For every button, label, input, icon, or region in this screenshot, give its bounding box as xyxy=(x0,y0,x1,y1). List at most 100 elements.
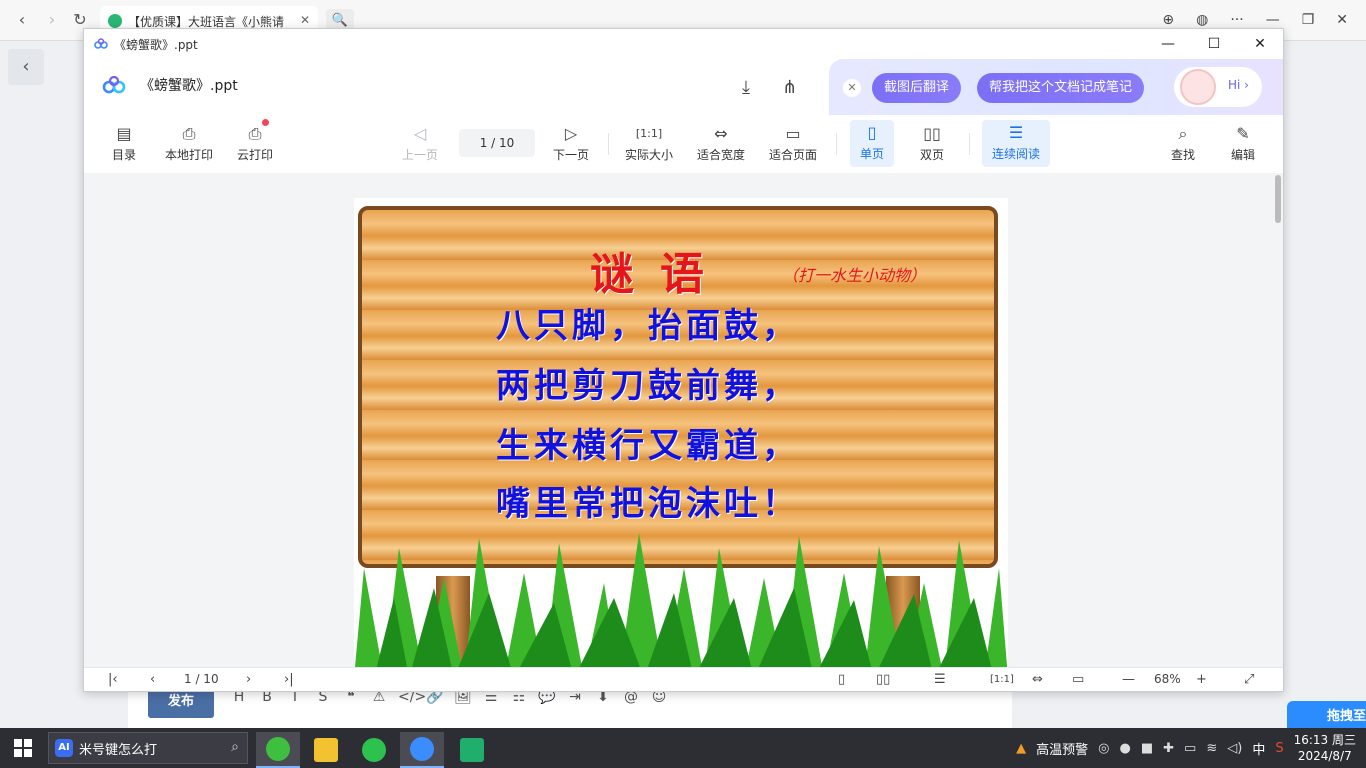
browser-app-icon xyxy=(266,737,290,761)
single-page-icon: ▯ xyxy=(867,123,877,142)
minimize-icon[interactable]: — xyxy=(1266,12,1280,28)
prev-circle-icon: ◁ xyxy=(413,124,427,143)
page-number-input[interactable]: 1 / 10 xyxy=(459,129,535,157)
volume-icon[interactable]: ◁) xyxy=(1227,741,1242,756)
taskbar-clock[interactable]: 16:13 周三 2024/8/7 xyxy=(1294,732,1356,764)
wifi-icon[interactable]: ≋ xyxy=(1206,741,1217,756)
ai-assistant-avatar[interactable]: Hi › xyxy=(1174,67,1262,107)
battery-icon[interactable]: ▭ xyxy=(1184,741,1196,756)
notification-dot xyxy=(262,119,270,126)
restore-icon[interactable]: ❐ xyxy=(1302,12,1315,28)
taskbar-app-explorer[interactable] xyxy=(304,732,348,768)
ai-panel-close-icon[interactable]: ✕ xyxy=(843,79,861,97)
system-tray: ▲ 高温预警 ◎ ● ■ ✚ ▭ ≋ ◁) 中 S 16:13 周三 2024/… xyxy=(1016,728,1366,768)
actual-size-button[interactable]: [1:1] 实际大小 xyxy=(625,125,673,163)
weather-alert-text[interactable]: 高温预警 xyxy=(1036,739,1088,758)
plus-tray-icon[interactable]: ✚ xyxy=(1163,741,1174,756)
more-icon[interactable]: ··· xyxy=(1230,12,1243,28)
weather-alert-icon[interactable]: ▲ xyxy=(1016,741,1026,756)
window-titlebar: 《螃蟹歌》.ppt — ☐ ✕ xyxy=(84,29,1283,59)
riddle-line: 生来横行又霸道， xyxy=(496,426,800,466)
next-page-button[interactable]: ▷ 下一页 xyxy=(553,125,589,163)
download-icon[interactable]: ⊕ xyxy=(1162,12,1174,28)
actual-size-view-icon[interactable]: [1:1] xyxy=(990,674,1014,685)
netdisk-logo-icon xyxy=(102,75,126,94)
zoom-out-button[interactable]: — xyxy=(1122,672,1135,687)
document-title: 《螃蟹歌》.ppt xyxy=(140,78,238,94)
taskbar-search-box[interactable]: AI 米号键怎么打 ⌕ xyxy=(48,732,248,764)
fullscreen-icon[interactable]: ⤢ xyxy=(1244,672,1254,687)
riddle-line: 八只脚，抬面鼓， xyxy=(496,306,800,346)
first-page-icon[interactable]: |‹ xyxy=(108,672,118,687)
fit-width-button[interactable]: ⇔ 适合宽度 xyxy=(697,125,745,163)
netdisk-tray-icon[interactable]: ◎ xyxy=(1098,741,1109,756)
double-page-view-icon[interactable]: ▯▯ xyxy=(876,672,890,687)
prev-page-icon[interactable]: ‹ xyxy=(150,672,155,687)
toolbar-divider xyxy=(836,133,837,155)
sogou-ime-icon[interactable]: S xyxy=(1275,741,1283,756)
page-back-button[interactable]: ‹ xyxy=(8,49,44,85)
ai-search-icon: AI xyxy=(55,739,73,757)
vertical-scrollbar[interactable] xyxy=(1275,175,1281,223)
fit-page-view-icon[interactable]: ▭ xyxy=(1072,672,1084,687)
fit-width-view-icon[interactable]: ⇔ xyxy=(1032,672,1043,687)
share-icon[interactable]: ⋔ xyxy=(782,77,797,98)
bottom-page-indicator[interactable]: 1 / 10 xyxy=(184,672,219,686)
windows-start-icon[interactable] xyxy=(14,739,32,757)
grass-illustration xyxy=(355,533,1008,667)
tab-close-icon[interactable]: ✕ xyxy=(300,13,310,27)
wechat-tray-icon[interactable]: ● xyxy=(1119,741,1130,756)
last-page-icon[interactable]: ›| xyxy=(284,672,294,687)
pencil-icon: ✎ xyxy=(1236,124,1250,143)
zoom-in-button[interactable]: + xyxy=(1196,672,1207,687)
single-page-button[interactable]: ▯ 单页 xyxy=(850,120,895,167)
ime-indicator[interactable]: 中 xyxy=(1252,739,1265,758)
assistant-greeting: Hi › xyxy=(1228,78,1249,92)
find-button[interactable]: ⌕ 查找 xyxy=(1171,125,1195,163)
continuous-view-icon[interactable]: ☰ xyxy=(934,672,946,687)
reload-icon[interactable]: ↻ xyxy=(70,10,90,30)
document-canvas[interactable]: 谜语 （打一水生小动物） 八只脚，抬面鼓， 两把剪刀鼓前舞， 生来横行又霸道， … xyxy=(84,173,1283,667)
next-page-icon[interactable]: › xyxy=(246,672,251,687)
ai-chip-take-notes[interactable]: 帮我把这个文档记成笔记 xyxy=(977,73,1145,103)
double-page-button[interactable]: ▯▯ 双页 xyxy=(920,125,944,163)
ai-assistant-panel: ✕ 截图后翻译 帮我把这个文档记成笔记 Hi › xyxy=(829,59,1283,115)
prev-page-button[interactable]: ◁ 上一页 xyxy=(402,125,438,163)
globe-icon[interactable]: ◍ xyxy=(1196,12,1208,28)
app-header: 《螃蟹歌》.ppt ⤓ ⋔ ✕ 截图后翻译 帮我把这个文档记成笔记 Hi › xyxy=(84,59,1283,115)
tab-title: 【优质课】大班语言《小熊请 xyxy=(128,14,285,29)
edit-button[interactable]: ✎ 编辑 xyxy=(1231,125,1255,163)
toc-icon: ▤ xyxy=(116,124,132,143)
close-icon[interactable]: ✕ xyxy=(1336,12,1348,28)
toc-button[interactable]: ▤ 目录 xyxy=(112,125,136,163)
window-close-button[interactable]: ✕ xyxy=(1237,29,1283,59)
search-icon: ⌕ xyxy=(231,739,239,755)
continuous-reading-button[interactable]: ☰ 连续阅读 xyxy=(982,120,1051,167)
window-maximize-button[interactable]: ☐ xyxy=(1191,29,1237,59)
screen-app-icon xyxy=(460,738,484,762)
riddle-line: 两把剪刀鼓前舞， xyxy=(496,366,800,406)
next-circle-icon: ▷ xyxy=(564,124,578,143)
fit-width-icon: ⇔ xyxy=(714,124,728,143)
taskbar-app-netdisk[interactable] xyxy=(400,732,444,768)
taskbar-app-screen[interactable] xyxy=(450,732,494,768)
cloud-print-button[interactable]: ⎙ 云打印 xyxy=(237,119,273,163)
back-arrow-icon[interactable]: ‹ xyxy=(12,10,32,30)
ai-chip-screenshot-translate[interactable]: 截图后翻译 xyxy=(872,73,962,103)
local-print-button[interactable]: ⎙ 本地打印 xyxy=(165,125,213,163)
toolbar-divider xyxy=(608,133,609,155)
search-icon: ⌕ xyxy=(1178,124,1188,143)
forward-arrow-icon[interactable]: › xyxy=(42,10,62,30)
window-minimize-button[interactable]: — xyxy=(1145,29,1191,59)
toolbar-divider xyxy=(969,133,970,155)
printer-icon: ⎙ xyxy=(182,124,196,143)
folder-app-icon xyxy=(314,738,338,762)
nvidia-tray-icon[interactable]: ■ xyxy=(1141,741,1153,756)
taskbar-app-browser[interactable] xyxy=(256,732,300,768)
netdisk-app-icon xyxy=(410,737,434,761)
single-page-view-icon[interactable]: ▯ xyxy=(838,672,845,687)
fit-page-button[interactable]: ▭ 适合页面 xyxy=(769,125,817,163)
download-icon[interactable]: ⤓ xyxy=(742,77,750,98)
taskbar-app-wechat[interactable] xyxy=(352,732,396,768)
taskbar-search-text: 米号键怎么打 xyxy=(79,742,158,758)
